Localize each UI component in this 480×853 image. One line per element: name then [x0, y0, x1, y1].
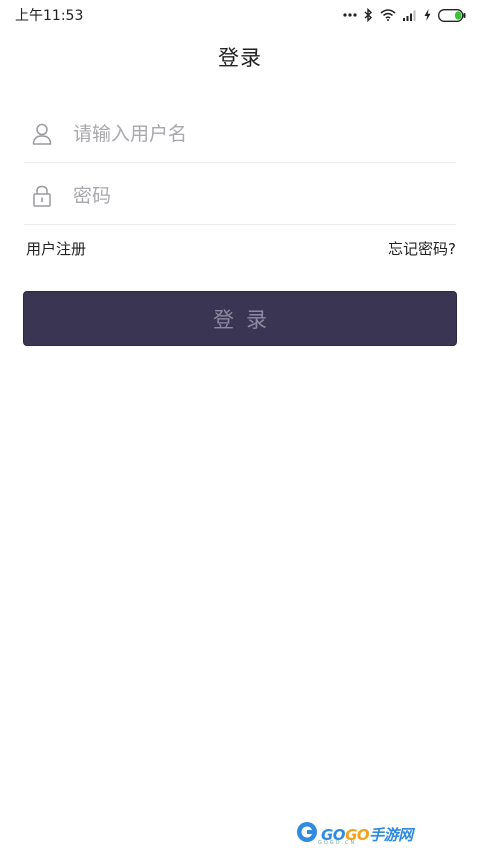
more-dots-icon	[343, 13, 357, 17]
logo-icon	[296, 821, 318, 847]
watermark-logo: GOGO手游网 GOGO.CN	[296, 820, 413, 848]
form-links: 用户注册 忘记密码?	[26, 238, 456, 259]
status-bar: 上午11:53	[0, 0, 480, 30]
forgot-password-link[interactable]: 忘记密码?	[388, 238, 456, 259]
lock-icon	[24, 185, 60, 207]
password-field[interactable]	[24, 167, 456, 225]
username-input[interactable]	[73, 122, 433, 145]
username-field[interactable]	[24, 105, 456, 163]
watermark-brand-c: 手游网	[369, 825, 413, 844]
status-icons	[343, 8, 466, 22]
watermark-subtext: GOGO.CN	[318, 840, 357, 846]
signal-icon	[403, 10, 417, 21]
page-title: 登录	[218, 46, 262, 70]
user-icon	[24, 123, 60, 145]
battery-icon	[438, 8, 466, 22]
charging-icon	[424, 9, 431, 21]
register-link[interactable]: 用户注册	[26, 238, 86, 259]
status-time: 上午11:53	[15, 8, 84, 24]
password-input[interactable]	[73, 184, 433, 207]
wifi-icon	[380, 9, 396, 21]
bluetooth-icon	[364, 8, 373, 22]
login-button[interactable]: 登录	[23, 291, 457, 346]
